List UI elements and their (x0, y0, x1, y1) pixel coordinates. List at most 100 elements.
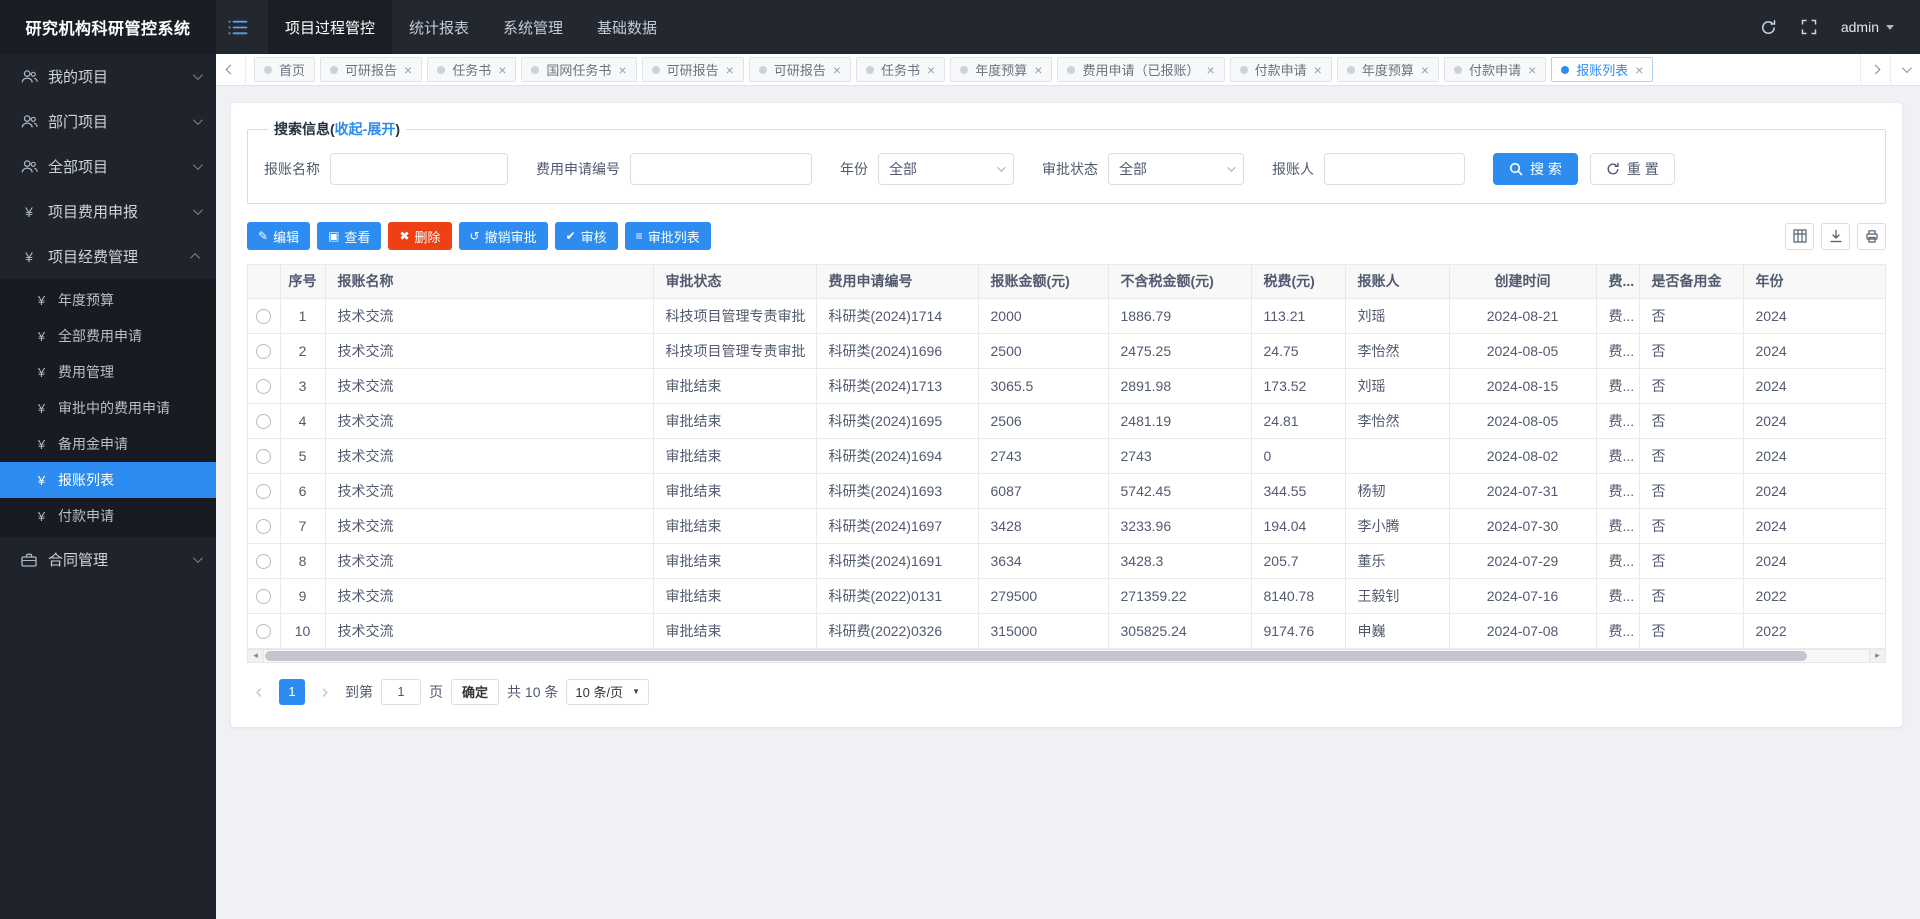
row-radio[interactable] (256, 413, 272, 429)
sidebar-subitem-reimburse-list[interactable]: ¥ 报账列表 (0, 462, 216, 498)
tab[interactable]: 首页 (254, 57, 316, 82)
row-radio[interactable] (256, 378, 272, 394)
row-radio[interactable] (256, 553, 272, 569)
tab[interactable]: 年度预算 × (1336, 57, 1440, 82)
sidebar-subitem-all-expense-apply[interactable]: ¥ 全部费用申请 (0, 318, 216, 354)
tab-close-icon[interactable]: × (1314, 63, 1322, 77)
nav-statistics[interactable]: 统计报表 (392, 0, 486, 54)
tab[interactable]: 费用申请（已报账） × (1057, 57, 1225, 82)
sidebar-item-contract-mgmt[interactable]: 合同管理 (0, 537, 216, 582)
goto-page-input[interactable] (381, 678, 421, 705)
app-title: 研究机构科研管控系统 (0, 0, 216, 54)
edit-button[interactable]: ✎ 编辑 (247, 222, 311, 250)
技术交流[interactable]: 5 技术交流 审批结束 科研类(2024)1694 2743 2743 0 20… (248, 438, 1885, 474)
row-radio[interactable] (256, 518, 272, 534)
sidebar-subitem-annual-budget[interactable]: ¥ 年度预算 (0, 282, 216, 318)
tab[interactable]: 年度预算 × (950, 57, 1053, 82)
sidebar-subitem-payment-apply[interactable]: ¥ 付款申请 (0, 498, 216, 534)
columns-grid-icon[interactable] (1785, 222, 1814, 250)
技术交流[interactable]: 10 技术交流 审批结束 科研费(2022)0326 315000 305825… (248, 613, 1885, 649)
tab[interactable]: 可研报告 × (641, 57, 744, 82)
sidebar-item-expense-declare[interactable]: ¥ 项目费用申报 (0, 189, 216, 234)
scroll-right-arrow[interactable]: ▸ (1869, 649, 1885, 662)
sidebar-subitem-expense-mgmt[interactable]: ¥ 费用管理 (0, 354, 216, 390)
cell-seq: 2 (280, 333, 326, 369)
技术交流[interactable]: 1 技术交流 科技项目管理专责审批 科研类(2024)1714 2000 188… (248, 298, 1885, 334)
nav-project-process[interactable]: 项目过程管控 (268, 0, 393, 54)
tab-close-icon[interactable]: × (1635, 63, 1643, 77)
技术交流[interactable]: 7 技术交流 审批结束 科研类(2024)1697 3428 3233.96 1… (248, 508, 1885, 544)
tab[interactable]: 报账列表 × (1551, 57, 1654, 82)
tabs-scroll-left-button[interactable] (216, 54, 246, 85)
cell-reimburse-name: 技术交流 (325, 543, 654, 579)
nav-system-mgmt[interactable]: 系统管理 (486, 0, 580, 54)
row-radio[interactable] (256, 448, 272, 464)
prev-page-button[interactable]: ‹ (247, 679, 271, 705)
tab[interactable]: 可研报告 × (748, 57, 852, 82)
view-button[interactable]: ▣ 查看 (317, 222, 382, 250)
reimburse-person-input[interactable] (1324, 153, 1465, 185)
page-number-button[interactable]: 1 (279, 678, 305, 705)
技术交流[interactable]: 2 技术交流 科技项目管理专责审批 科研类(2024)1696 2500 247… (248, 333, 1885, 369)
tabs-menu-button[interactable] (1890, 54, 1920, 85)
fullscreen-icon[interactable] (1801, 19, 1817, 35)
review-button[interactable]: ✔ 审核 (554, 222, 618, 250)
download-icon[interactable] (1821, 222, 1850, 250)
page-size-select[interactable]: 10 条/页 ▼ (566, 678, 649, 705)
row-radio[interactable] (256, 343, 272, 359)
row-radio[interactable] (256, 483, 272, 499)
tab[interactable]: 国网任务书 × (521, 57, 637, 82)
tabs-scroll-right-button[interactable] (1860, 54, 1890, 85)
tab[interactable]: 付款申请 × (1229, 57, 1332, 82)
table-toolbar: ✎ 编辑 ▣ 查看 ✖ 删除 ↺ 撤销审批 ✔ 审核 ≡ 审批列表 (247, 222, 1886, 250)
tab-close-icon[interactable]: × (404, 63, 412, 77)
tab-close-icon[interactable]: × (618, 63, 626, 77)
briefcase-icon (20, 553, 38, 567)
tab-close-icon[interactable]: × (927, 63, 935, 77)
nav-base-data[interactable]: 基础数据 (580, 0, 674, 54)
collapse-expand-link[interactable]: 收起-展开 (335, 121, 396, 137)
技术交流[interactable]: 8 技术交流 审批结束 科研类(2024)1691 3634 3428.3 20… (248, 543, 1885, 579)
goto-confirm-button[interactable]: 确定 (451, 678, 500, 705)
row-radio[interactable] (256, 308, 272, 324)
delete-button[interactable]: ✖ 删除 (388, 222, 452, 250)
tab-close-icon[interactable]: × (1034, 63, 1042, 77)
sidebar-item-funds-mgmt[interactable]: ¥ 项目经费管理 (0, 234, 216, 279)
tab[interactable]: 可研报告 × (320, 57, 423, 82)
row-radio[interactable] (256, 623, 272, 639)
技术交流[interactable]: 6 技术交流 审批结束 科研类(2024)1693 6087 5742.45 3… (248, 473, 1885, 509)
技术交流[interactable]: 3 技术交流 审批结束 科研类(2024)1713 3065.5 2891.98… (248, 368, 1885, 404)
tab[interactable]: 任务书 × (427, 57, 517, 82)
approval-status-select[interactable]: 全部 (1108, 153, 1244, 185)
print-icon[interactable] (1857, 222, 1886, 250)
tab-close-icon[interactable]: × (1421, 63, 1429, 77)
sidebar-item-dept-projects[interactable]: 部门项目 (0, 99, 216, 144)
tab-close-icon[interactable]: × (1206, 63, 1214, 77)
tab-close-icon[interactable]: × (1528, 63, 1536, 77)
sidebar-subitem-reserve-fund[interactable]: ¥ 备用金申请 (0, 426, 216, 462)
tab-close-icon[interactable]: × (498, 63, 506, 77)
tab[interactable]: 任务书 × (856, 57, 946, 82)
next-page-button[interactable]: › (313, 679, 337, 705)
refresh-icon[interactable] (1760, 19, 1777, 36)
user-menu[interactable]: admin (1841, 19, 1894, 35)
revoke-approval-button[interactable]: ↺ 撤销审批 (458, 222, 548, 250)
row-radio[interactable] (256, 588, 272, 604)
tab[interactable]: 付款申请 × (1444, 57, 1547, 82)
reset-button[interactable]: 重 置 (1589, 153, 1675, 185)
year-select[interactable]: 全部 (878, 153, 1014, 185)
apply-no-input[interactable] (630, 153, 812, 185)
approval-list-button[interactable]: ≡ 审批列表 (624, 222, 711, 250)
tab-close-icon[interactable]: × (833, 63, 841, 77)
collapse-menu-icon[interactable] (216, 0, 260, 54)
search-button[interactable]: 搜 索 (1493, 153, 1578, 185)
reimburse-name-input[interactable] (330, 153, 508, 185)
技术交流[interactable]: 9 技术交流 审批结束 科研类(2022)0131 279500 271359.… (248, 578, 1885, 614)
scroll-left-arrow[interactable]: ◂ (248, 649, 264, 662)
sidebar-item-all-projects[interactable]: 全部项目 (0, 144, 216, 189)
sidebar-subitem-approving-expense[interactable]: ¥ 审批中的费用申请 (0, 390, 216, 426)
scrollbar-thumb[interactable] (265, 650, 1807, 661)
技术交流[interactable]: 4 技术交流 审批结束 科研类(2024)1695 2506 2481.19 2… (248, 403, 1885, 439)
sidebar-item-my-projects[interactable]: 我的项目 (0, 54, 216, 99)
tab-close-icon[interactable]: × (726, 63, 734, 77)
